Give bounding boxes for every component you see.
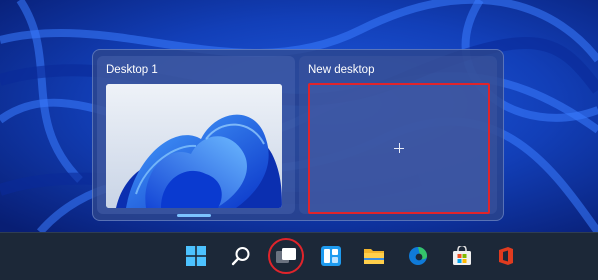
active-desktop-indicator [177,214,211,217]
task-view-flyout: Desktop 1 New desktop [92,49,504,221]
plus-icon [394,143,404,153]
widgets-icon[interactable] [318,243,344,269]
new-desktop-label: New desktop [308,64,375,76]
taskbar [0,232,598,280]
desktop-1-card[interactable]: Desktop 1 [97,56,295,217]
microsoft-store-icon[interactable] [449,243,475,269]
office-icon[interactable] [493,243,519,269]
desktop-1-label: Desktop 1 [106,64,158,76]
windows-start-icon[interactable] [183,243,209,269]
file-explorer-icon[interactable] [361,243,387,269]
new-desktop-card[interactable]: New desktop [299,56,497,214]
desktop-1-thumbnail[interactable] [106,84,282,208]
task-view-icon[interactable] [273,243,299,269]
new-desktop-button[interactable] [308,83,490,214]
edge-icon[interactable] [405,243,431,269]
search-icon[interactable] [228,243,254,269]
bloom-wallpaper-thumbnail [106,84,282,208]
